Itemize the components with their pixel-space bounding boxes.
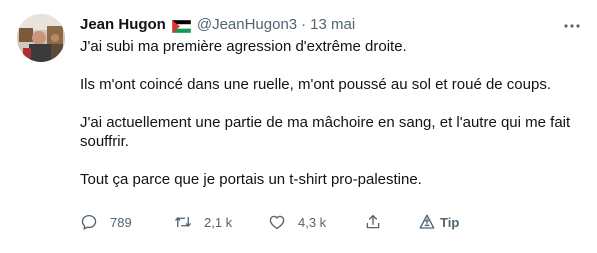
tweet-paragraph: J'ai subi ma première agression d'extrêm… bbox=[80, 38, 407, 55]
tip-button[interactable]: Tip bbox=[418, 213, 459, 231]
tweet-paragraph: J'ai actuellement une partie de ma mâcho… bbox=[80, 114, 571, 150]
tweet-text: J'ai subi ma première agression d'extrêm… bbox=[80, 37, 580, 189]
author-handle[interactable]: @JeanHugon3 bbox=[197, 15, 297, 35]
more-horizontal-icon[interactable] bbox=[563, 17, 581, 35]
tweet-paragraph: Ils m'ont coincé dans une ruelle, m'ont … bbox=[80, 76, 552, 93]
retweet-icon bbox=[175, 216, 191, 228]
like-count: 4,3 k bbox=[298, 214, 327, 230]
like-icon bbox=[269, 215, 285, 230]
like-button[interactable]: 4,3 k bbox=[268, 213, 364, 231]
tweet-date[interactable]: 13 mai bbox=[310, 15, 355, 35]
tweet-actions: 789 2,1 k 4,3 k Tip bbox=[80, 211, 510, 233]
share-button[interactable] bbox=[364, 213, 418, 231]
reply-icon bbox=[81, 214, 97, 230]
author-name[interactable]: Jean Hugon bbox=[80, 15, 166, 35]
reply-button[interactable]: 789 bbox=[80, 213, 174, 231]
tweet-paragraph: Tout ça parce que je portais un t-shirt … bbox=[80, 171, 422, 188]
tweet[interactable]: Jean Hugon @JeanHugon3 · 13 mai J'ai sub… bbox=[0, 0, 597, 253]
retweet-count: 2,1 k bbox=[204, 214, 233, 230]
share-icon bbox=[366, 214, 380, 229]
avatar[interactable] bbox=[17, 14, 65, 62]
reply-count: 789 bbox=[110, 214, 132, 230]
tweet-header: Jean Hugon @JeanHugon3 · 13 mai bbox=[80, 15, 355, 35]
separator-dot: · bbox=[301, 16, 307, 33]
avatar-photo bbox=[17, 14, 65, 62]
palestine-flag-icon bbox=[171, 19, 192, 33]
retweet-button[interactable]: 2,1 k bbox=[174, 213, 268, 231]
tip-label: Tip bbox=[440, 214, 460, 230]
tip-icon bbox=[419, 214, 435, 229]
